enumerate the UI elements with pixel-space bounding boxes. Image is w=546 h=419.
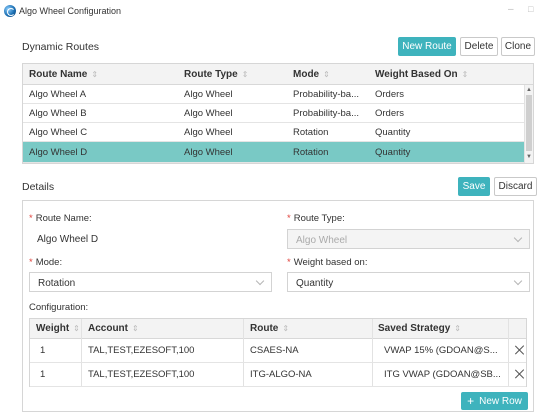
scrollbar-thumb[interactable] [526, 95, 532, 151]
weight-based-on-label: * Weight based on: [287, 257, 368, 268]
sort-icon: ⇕ [282, 324, 290, 333]
route-name-value[interactable]: Algo Wheel D [37, 234, 98, 245]
chevron-down-icon [513, 276, 523, 286]
plus-icon: + [467, 394, 475, 408]
configuration-label: Configuration: [29, 302, 89, 313]
column-header-account[interactable]: Account ⇕ [88, 319, 139, 339]
routes-grid-scrollbar[interactable]: ▲ ▼ [524, 85, 533, 163]
table-row[interactable]: Algo Wheel A Algo Wheel Probability-ba..… [23, 85, 525, 104]
discard-button[interactable]: Discard [494, 177, 537, 196]
sort-icon: ⇕ [132, 324, 139, 333]
save-button[interactable]: Save [458, 177, 490, 196]
title-bar: Algo Wheel Configuration – □ [0, 0, 546, 22]
routes-grid: Route Name ⇕ Route Type ⇕ Mode ⇕ Weight Bas… [22, 63, 534, 164]
maximize-button[interactable]: □ [528, 4, 533, 14]
column-header-route-type[interactable]: Route Type ⇕ [184, 64, 248, 85]
required-marker: * [287, 213, 291, 224]
configuration-grid-header: Weight ⇕ Account ⇕ Route ⇕ Saved Strategy ⇕ [30, 319, 526, 339]
table-row[interactable]: Algo Wheel C Algo Wheel Rotation Quantit… [23, 123, 525, 142]
app-logo-icon [4, 5, 16, 17]
sort-icon: ⇕ [241, 70, 249, 79]
sort-icon: ⇕ [454, 324, 461, 333]
route-type-select: Algo Wheel [287, 229, 530, 249]
scroll-down-icon[interactable]: ▼ [526, 154, 532, 160]
table-row[interactable]: 1 TAL,TEST,EZESOFT,100 CSAES-NA VWAP 15%… [30, 339, 526, 363]
remove-row-icon[interactable] [514, 344, 526, 356]
minimize-button[interactable]: – [508, 4, 514, 15]
sort-icon: ⇕ [73, 324, 80, 333]
column-header-weight[interactable]: Weight ⇕ [36, 319, 80, 339]
sort-icon: ⇕ [91, 70, 99, 79]
details-title: Details [22, 181, 55, 193]
sort-icon: ⇕ [323, 70, 330, 79]
table-row[interactable]: 1 TAL,TEST,EZESOFT,100 ITG-ALGO-NA ITG V… [30, 363, 526, 387]
dynamic-routes-title: Dynamic Routes [22, 41, 100, 53]
new-row-button[interactable]: + New Row [461, 392, 528, 410]
mode-label: * Mode: [29, 257, 63, 268]
clone-button[interactable]: Clone [501, 37, 535, 56]
column-header-saved-strategy[interactable]: Saved Strategy ⇕ [378, 319, 461, 339]
details-panel: * Route Name: Algo Wheel D * Route Type: A… [22, 200, 534, 412]
chevron-down-icon [255, 276, 265, 286]
routes-grid-header: Route Name ⇕ Route Type ⇕ Mode ⇕ Weight Bas… [23, 64, 533, 85]
column-header-weight-based-on[interactable]: Weight Based On ⇕ [375, 64, 468, 85]
remove-row-icon[interactable] [514, 368, 526, 380]
route-type-label: * Route Type: [287, 213, 345, 224]
weight-based-on-select[interactable]: Quantity [287, 272, 530, 292]
sort-icon: ⇕ [461, 70, 469, 79]
scroll-up-icon[interactable]: ▲ [526, 87, 532, 93]
algo-wheel-window: Algo Wheel Configuration – □ Dynamic Rou… [0, 0, 546, 419]
column-header-route[interactable]: Route ⇕ [250, 319, 289, 339]
required-marker: * [29, 213, 33, 224]
new-route-button[interactable]: New Route [398, 37, 456, 56]
required-marker: * [287, 257, 291, 268]
chevron-down-icon [513, 233, 523, 243]
mode-select[interactable]: Rotation [29, 272, 272, 292]
required-marker: * [29, 257, 33, 268]
route-name-label: * Route Name: [29, 213, 92, 224]
column-header-mode[interactable]: Mode ⇕ [293, 64, 330, 85]
table-row-selected[interactable]: Algo Wheel D Algo Wheel Rotation Quantit… [23, 142, 525, 163]
window-title: Algo Wheel Configuration [19, 6, 122, 16]
configuration-grid: Weight ⇕ Account ⇕ Route ⇕ Saved Strategy ⇕ … [29, 318, 527, 387]
table-row[interactable]: Algo Wheel B Algo Wheel Probability-ba..… [23, 104, 525, 123]
column-header-route-name[interactable]: Route Name ⇕ [29, 64, 98, 85]
delete-button[interactable]: Delete [460, 37, 498, 56]
